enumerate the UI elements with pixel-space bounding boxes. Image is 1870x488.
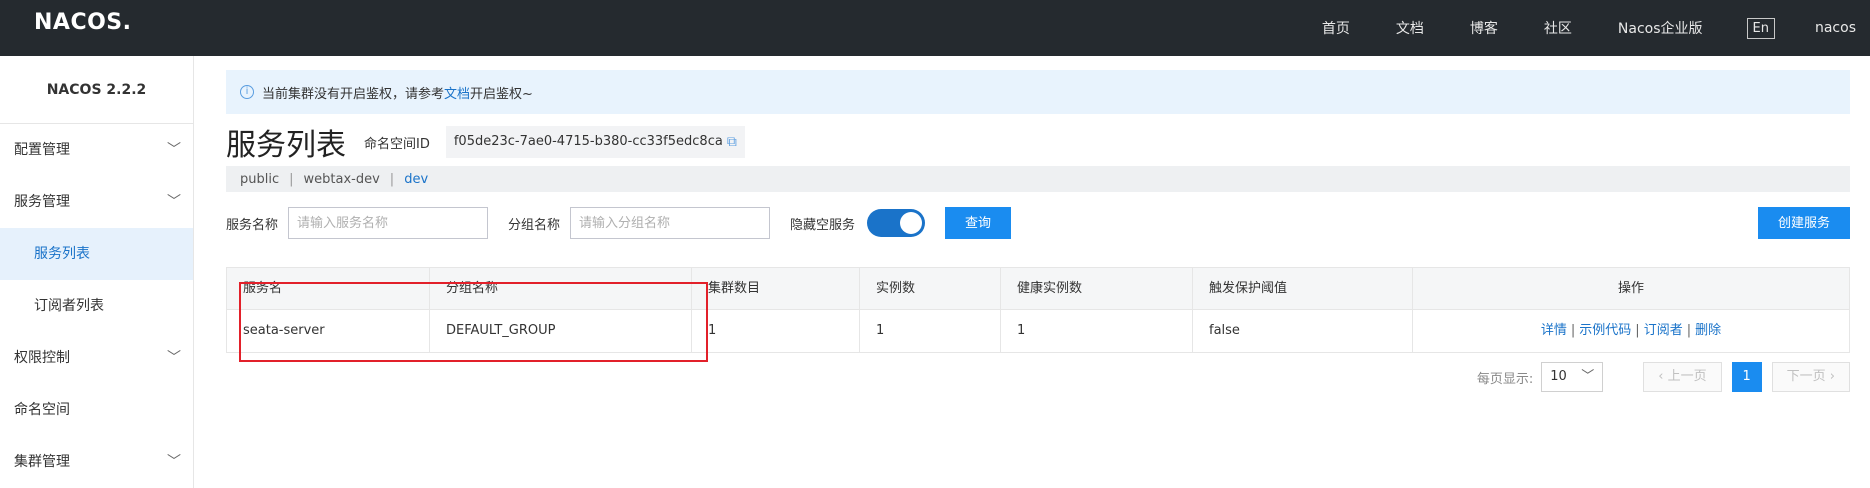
notice-text-suffix: 开启鉴权~ bbox=[470, 86, 533, 102]
sidebar-item-service-management[interactable]: 服务管理 ﹀ bbox=[0, 176, 193, 228]
top-nav-links: 首页 文档 博客 社区 Nacos企业版 En nacos bbox=[1276, 0, 1856, 56]
delete-link[interactable]: 删除 bbox=[1695, 323, 1721, 338]
sidebar-item-label: 权限控制 bbox=[14, 350, 70, 366]
details-link[interactable]: 详情 bbox=[1541, 323, 1567, 338]
auth-notice-banner: i 当前集群没有开启鉴权，请参考 文档 开启鉴权~ bbox=[226, 70, 1850, 114]
user-menu[interactable]: nacos bbox=[1815, 20, 1856, 36]
version-label: NACOS 2.2.2 bbox=[0, 56, 193, 124]
cell-service-name: seata-server bbox=[227, 310, 430, 352]
language-switch-button[interactable]: En bbox=[1746, 17, 1775, 39]
page-size-select[interactable]: 10 ﹀ bbox=[1541, 362, 1604, 392]
notice-docs-link[interactable]: 文档 bbox=[444, 83, 470, 102]
sidebar-item-subscriber-list[interactable]: 订阅者列表 bbox=[0, 280, 193, 332]
table-header: 服务名 分组名称 集群数目 实例数 健康实例数 触发保护阈值 操作 bbox=[227, 268, 1849, 310]
nav-link-blog[interactable]: 博客 bbox=[1470, 18, 1498, 38]
per-page-label: 每页显示: bbox=[1476, 371, 1534, 387]
col-header-threshold: 触发保护阈值 bbox=[1193, 268, 1413, 309]
page-number-current[interactable]: 1 bbox=[1731, 362, 1762, 392]
chevron-down-icon: ﹀ bbox=[167, 142, 181, 158]
pagination: 每页显示: 10 ﹀ ‹ 上一页 1 下一页 › bbox=[1477, 362, 1850, 392]
cell-group-name: DEFAULT_GROUP bbox=[430, 310, 692, 352]
sample-code-link[interactable]: 示例代码 bbox=[1579, 323, 1631, 338]
col-header-group: 分组名称 bbox=[430, 268, 692, 309]
copy-icon[interactable]: ⧉ bbox=[727, 126, 737, 158]
col-header-operations: 操作 bbox=[1617, 281, 1644, 296]
namespace-id-label: 命名空间ID bbox=[364, 136, 430, 152]
title-row: 服务列表 命名空间ID f05de23c-7ae0-4715-b380-cc33… bbox=[226, 122, 745, 163]
sidebar-item-label: 配置管理 bbox=[14, 142, 70, 158]
chevron-right-icon: › bbox=[1825, 369, 1835, 384]
top-nav-bar: NACOS. 首页 文档 博客 社区 Nacos企业版 En nacos bbox=[0, 0, 1870, 56]
service-name-label: 服务名称 bbox=[226, 217, 279, 233]
hide-empty-toggle[interactable] bbox=[867, 209, 926, 237]
service-name-input[interactable] bbox=[288, 207, 489, 239]
chevron-down-icon: ﹀ bbox=[167, 454, 181, 470]
namespace-tab-dev[interactable]: dev bbox=[404, 172, 428, 187]
col-header-instances: 实例数 bbox=[860, 268, 1001, 309]
sidebar-item-label: 服务列表 bbox=[34, 246, 90, 262]
divider: | bbox=[1570, 323, 1576, 338]
create-service-button[interactable]: 创建服务 bbox=[1757, 207, 1850, 239]
col-header-clusters: 集群数目 bbox=[692, 268, 860, 309]
sidebar-item-label: 服务管理 bbox=[14, 194, 70, 210]
namespace-tabs: public | webtax-dev | dev bbox=[226, 166, 1850, 192]
sidebar-item-namespace[interactable]: 命名空间 bbox=[0, 384, 193, 436]
notice-text-prefix: 当前集群没有开启鉴权，请参考 bbox=[262, 86, 445, 102]
namespace-tab-public[interactable]: public bbox=[240, 172, 279, 187]
page-title: 服务列表 bbox=[226, 128, 346, 163]
query-button[interactable]: 查询 bbox=[945, 207, 1012, 239]
cell-threshold: false bbox=[1193, 310, 1413, 352]
nav-link-enterprise[interactable]: Nacos企业版 bbox=[1618, 18, 1703, 38]
group-name-input[interactable] bbox=[570, 207, 771, 239]
info-icon: i bbox=[240, 85, 254, 99]
cell-healthy: 1 bbox=[1001, 310, 1193, 352]
chevron-down-icon: ﹀ bbox=[167, 350, 181, 366]
sidebar-item-config-management[interactable]: 配置管理 ﹀ bbox=[0, 124, 193, 176]
sidebar-item-cluster-management[interactable]: 集群管理 ﹀ bbox=[0, 436, 193, 488]
toggle-knob bbox=[900, 212, 923, 234]
nav-link-community[interactable]: 社区 bbox=[1544, 18, 1572, 38]
nacos-logo[interactable]: NACOS. bbox=[34, 10, 132, 35]
table-row: seata-server DEFAULT_GROUP 1 1 1 false 详… bbox=[227, 310, 1849, 352]
namespace-id-text: f05de23c-7ae0-4715-b380-cc33f5edc8ca bbox=[453, 134, 723, 149]
hide-empty-label: 隐藏空服务 bbox=[790, 217, 856, 233]
divider: | bbox=[1686, 323, 1692, 338]
divider: | bbox=[289, 171, 294, 187]
namespace-tab-webtax-dev[interactable]: webtax-dev bbox=[304, 172, 380, 187]
service-table: 服务名 分组名称 集群数目 实例数 健康实例数 触发保护阈值 操作 seata-… bbox=[226, 267, 1850, 353]
sidebar: NACOS 2.2.2 配置管理 ﹀ 服务管理 ﹀ 服务列表 订阅者列表 权限控… bbox=[0, 56, 194, 488]
group-name-label: 分组名称 bbox=[508, 217, 561, 233]
sidebar-item-access-control[interactable]: 权限控制 ﹀ bbox=[0, 332, 193, 384]
sidebar-item-label: 集群管理 bbox=[14, 454, 70, 470]
nav-link-docs[interactable]: 文档 bbox=[1396, 18, 1424, 38]
next-page-button[interactable]: 下一页 › bbox=[1771, 362, 1850, 392]
col-header-service: 服务名 bbox=[227, 268, 430, 309]
prev-page-label: 上一页 bbox=[1667, 369, 1707, 384]
col-header-healthy: 健康实例数 bbox=[1001, 268, 1193, 309]
prev-page-button[interactable]: ‹ 上一页 bbox=[1643, 362, 1722, 392]
nav-link-home[interactable]: 首页 bbox=[1322, 18, 1350, 38]
cell-instances: 1 bbox=[860, 310, 1001, 352]
sidebar-item-service-list[interactable]: 服务列表 bbox=[0, 228, 193, 280]
filter-bar: 服务名称 分组名称 隐藏空服务 查询 创建服务 bbox=[226, 206, 1850, 240]
next-page-label: 下一页 bbox=[1786, 369, 1826, 384]
divider: | bbox=[389, 171, 395, 187]
sidebar-item-label: 命名空间 bbox=[14, 402, 70, 418]
cell-clusters: 1 bbox=[692, 310, 860, 352]
cell-operations: 详情 | 示例代码 | 订阅者 | 删除 bbox=[1413, 310, 1849, 352]
divider: | bbox=[1635, 323, 1640, 338]
page-size-value: 10 bbox=[1550, 369, 1567, 384]
chevron-left-icon: ‹ bbox=[1658, 369, 1668, 384]
namespace-id-value: f05de23c-7ae0-4715-b380-cc33f5edc8ca ⧉ bbox=[445, 126, 745, 158]
chevron-down-icon: ﹀ bbox=[167, 194, 181, 210]
subscribers-link[interactable]: 订阅者 bbox=[1644, 323, 1683, 338]
sidebar-item-label: 订阅者列表 bbox=[34, 298, 104, 314]
chevron-down-icon: ﹀ bbox=[1581, 369, 1595, 384]
